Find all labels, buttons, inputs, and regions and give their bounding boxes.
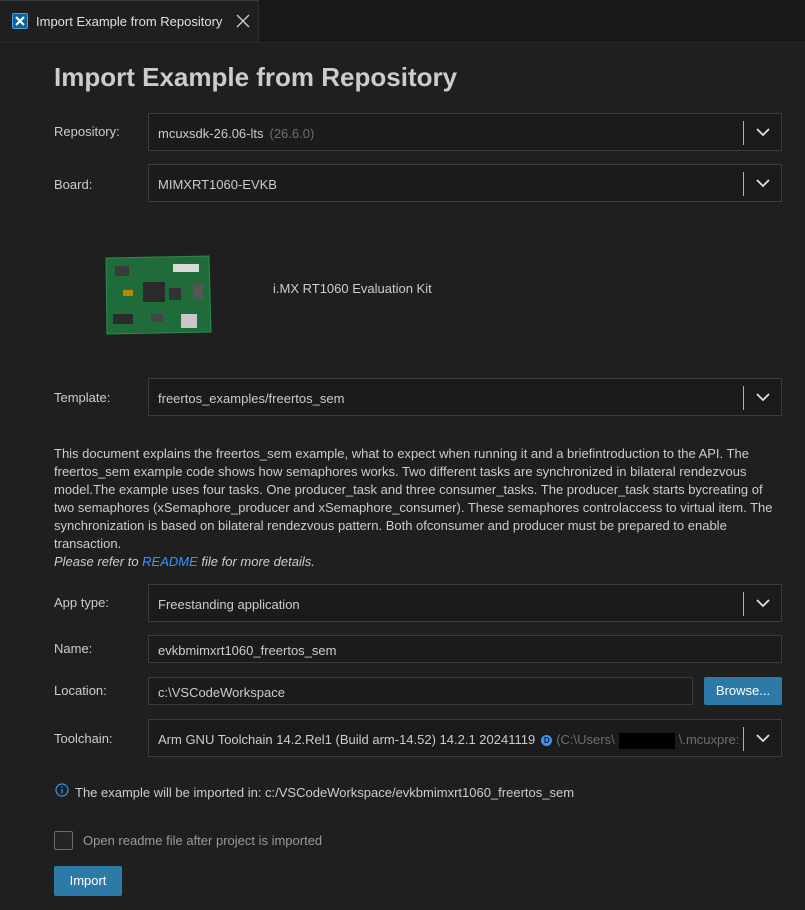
import-path-text: The example will be imported in: c:/VSCo…	[75, 785, 575, 800]
readme-hint: Please refer to README file for more det…	[54, 553, 784, 571]
template-label: Template:	[54, 390, 111, 405]
tab-title: Import Example from Repository	[36, 14, 223, 29]
tab-bar: Import Example from Repository	[0, 0, 805, 43]
app-type-select[interactable]: Freestanding application	[148, 584, 782, 622]
page-title: Import Example from Repository	[54, 62, 458, 92]
location-input[interactable]: c:\VSCodeWorkspace	[148, 677, 693, 705]
name-input[interactable]: evkbmimxrt1060_freertos_sem	[148, 635, 782, 663]
redacted-block	[618, 732, 675, 749]
toolchain-select[interactable]: Arm GNU Toolchain 14.2.Rel1 (Build arm-1…	[148, 719, 782, 757]
toolchain-path-start: (C:\Users\	[556, 732, 615, 747]
board-select[interactable]: MIMXRT1060-EVKB	[148, 164, 782, 202]
description-text: This document explains the freertos_sem …	[54, 446, 773, 551]
toolchain-label: Toolchain:	[54, 731, 113, 746]
template-select[interactable]: freertos_examples/freertos_sem	[148, 378, 782, 416]
select-divider	[743, 172, 744, 196]
select-divider	[743, 386, 744, 410]
board-name: i.MX RT1060 Evaluation Kit	[273, 281, 432, 296]
board-label: Board:	[54, 177, 93, 192]
select-divider	[743, 592, 744, 616]
location-value: c:\VSCodeWorkspace	[158, 685, 285, 700]
default-badge-icon: D	[541, 735, 553, 747]
name-label: Name:	[54, 641, 93, 656]
repository-version: (26.6.0)	[269, 126, 315, 141]
select-divider	[743, 121, 744, 145]
location-label: Location:	[54, 683, 107, 698]
open-readme-label[interactable]: Open readme file after project is import…	[83, 833, 322, 848]
repository-label: Repository:	[54, 124, 120, 139]
example-description: This document explains the freertos_sem …	[54, 445, 784, 571]
chevron-down-icon[interactable]	[756, 178, 770, 188]
toolchain-value: Arm GNU Toolchain 14.2.Rel1 (Build arm-1…	[158, 732, 536, 747]
repository-select[interactable]: mcuxsdk-26.06-lts (26.6.0)	[148, 113, 782, 151]
select-divider	[743, 727, 744, 751]
name-value: evkbmimxrt1060_freertos_sem	[158, 643, 337, 658]
hint-after: file for more details.	[197, 554, 315, 569]
chevron-down-icon[interactable]	[756, 733, 770, 743]
close-icon[interactable]	[234, 12, 252, 30]
info-icon	[55, 783, 69, 797]
open-readme-checkbox[interactable]	[54, 831, 73, 850]
template-value: freertos_examples/freertos_sem	[158, 391, 345, 406]
app-type-label: App type:	[54, 595, 109, 610]
chevron-down-icon[interactable]	[756, 127, 770, 137]
repository-value: mcuxsdk-26.06-lts	[158, 126, 264, 141]
import-button[interactable]: Import	[54, 866, 122, 896]
chevron-down-icon[interactable]	[756, 598, 770, 608]
board-image	[103, 254, 213, 336]
board-value: MIMXRT1060-EVKB	[158, 177, 277, 192]
browse-button[interactable]: Browse...	[704, 677, 782, 705]
app-type-value: Freestanding application	[158, 597, 300, 612]
x-logo-icon	[12, 13, 28, 29]
tab-import-example[interactable]: Import Example from Repository	[0, 0, 259, 42]
hint-before: Please refer to	[54, 554, 143, 569]
toolchain-path-end: \.mcuxpre:	[678, 732, 740, 747]
chevron-down-icon[interactable]	[756, 392, 770, 402]
readme-link[interactable]: README	[142, 554, 198, 569]
